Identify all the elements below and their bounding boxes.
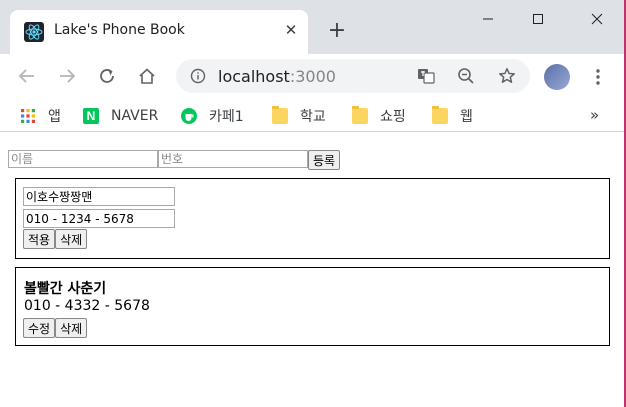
delete-button[interactable]: 삭제	[55, 318, 88, 338]
contact-card: 볼빨간 사춘기 010 - 4332 - 5678 수정 삭제	[15, 267, 610, 346]
edit-name-input[interactable]	[23, 187, 175, 206]
tab-title: Lake's Phone Book	[54, 22, 185, 38]
bookmark-label: 앱	[48, 109, 61, 125]
register-button[interactable]: 등록	[308, 150, 341, 170]
address-bar[interactable]: localhost:3000	[176, 59, 530, 93]
close-tab-icon[interactable]: ✕	[280, 19, 302, 41]
bookmark-naver[interactable]: N NAVER	[83, 106, 158, 126]
bookmark-folder-web[interactable]: 웹	[432, 106, 473, 126]
window-close-icon[interactable]	[574, 6, 620, 32]
contact-phone: 010 - 4332 - 5678	[24, 298, 150, 314]
bookmark-star-icon[interactable]	[497, 66, 517, 86]
folder-icon	[272, 106, 288, 124]
reload-icon[interactable]	[95, 64, 119, 88]
bookmark-cafe[interactable]: 카페1	[181, 106, 244, 126]
browser-tab[interactable]: Lake's Phone Book ✕	[10, 10, 308, 54]
edit-button[interactable]: 수정	[23, 318, 56, 338]
folder-icon	[432, 106, 448, 124]
edit-phone-input[interactable]	[23, 209, 175, 228]
bookmark-label: 카페1	[209, 109, 244, 125]
url-port: :3000	[289, 67, 336, 86]
profile-avatar[interactable]	[544, 64, 570, 90]
bookmark-label: NAVER	[111, 108, 159, 124]
forward-arrow-icon[interactable]	[55, 64, 79, 88]
contact-card-editing: 적용 삭제	[15, 178, 610, 259]
url-text: localhost:3000	[218, 67, 336, 86]
bookmark-apps[interactable]: 앱	[20, 106, 61, 126]
contact-name: 볼빨간 사춘기	[24, 281, 107, 297]
name-input[interactable]	[8, 150, 158, 168]
browser-toolbar: localhost:3000	[0, 54, 626, 100]
apply-button[interactable]: 적용	[23, 229, 56, 249]
bookmark-label: 웹	[460, 109, 473, 125]
page-content: 등록 적용 삭제 볼빨간 사춘기 010 - 4332 - 5678 수정 삭제	[0, 140, 624, 407]
add-contact-form: 등록	[8, 150, 341, 170]
cafe-icon	[181, 108, 197, 124]
bookmarks-bar: 앱 N NAVER 카페1 학교 쇼핑 웹 »	[0, 100, 626, 132]
translate-icon[interactable]	[416, 66, 436, 86]
back-arrow-icon[interactable]	[15, 64, 39, 88]
apps-grid-icon	[20, 108, 36, 124]
home-icon[interactable]	[135, 64, 159, 88]
kebab-menu-icon[interactable]	[588, 64, 608, 90]
zoom-out-icon[interactable]	[456, 66, 476, 86]
bookmark-label: 쇼핑	[380, 109, 406, 125]
bookmarks-overflow-icon[interactable]: »	[590, 106, 599, 124]
bookmark-folder-school[interactable]: 학교	[272, 106, 326, 126]
folder-icon	[352, 106, 368, 124]
url-host: localhost	[218, 67, 290, 86]
info-icon[interactable]	[190, 68, 206, 84]
new-tab-icon[interactable]: +	[325, 19, 349, 43]
naver-icon: N	[83, 108, 99, 124]
bookmark-folder-shopping[interactable]: 쇼핑	[352, 106, 406, 126]
bookmark-label: 학교	[300, 109, 326, 125]
maximize-icon[interactable]	[515, 6, 561, 32]
react-logo-icon	[24, 22, 44, 42]
phone-input[interactable]	[158, 150, 308, 168]
minimize-icon[interactable]	[465, 6, 511, 32]
browser-titlebar: Lake's Phone Book ✕ +	[0, 0, 626, 54]
delete-button[interactable]: 삭제	[55, 229, 88, 249]
